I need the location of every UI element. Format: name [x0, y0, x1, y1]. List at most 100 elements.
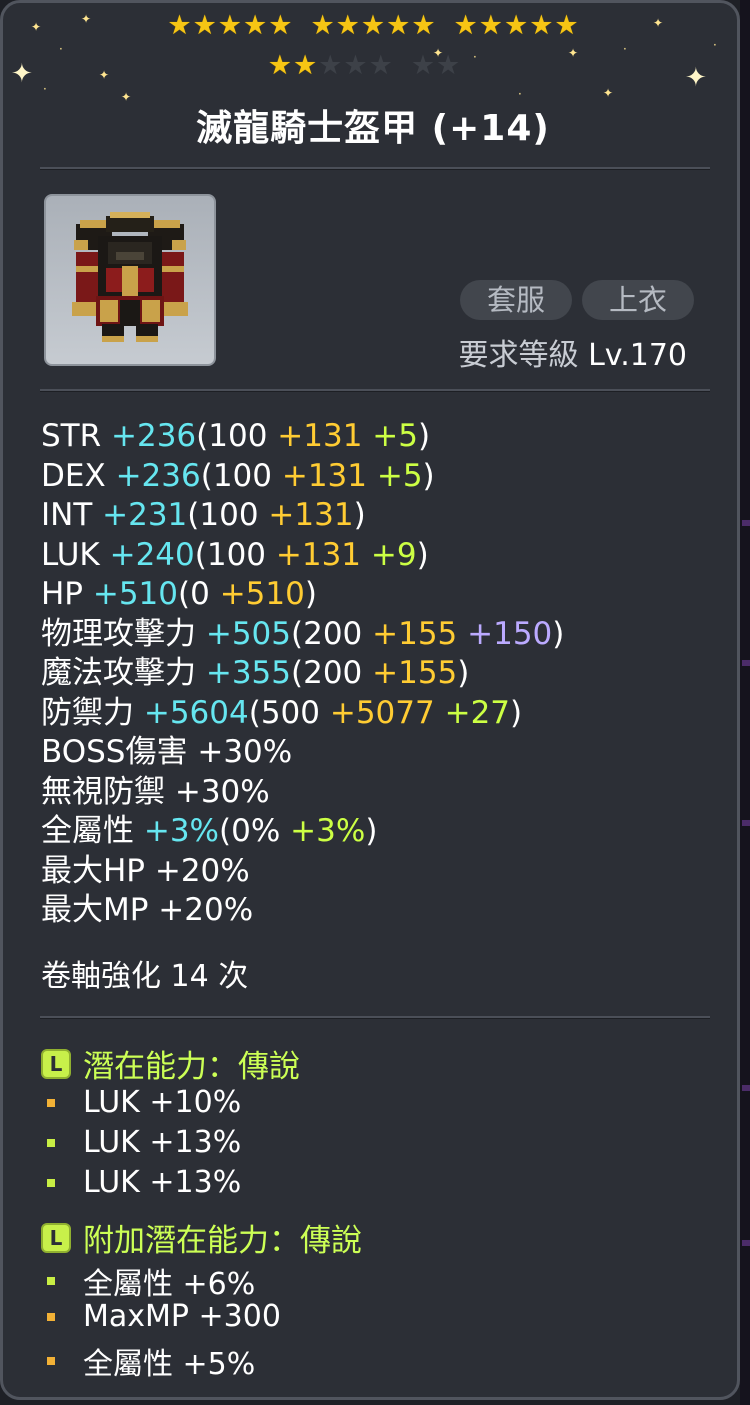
star-filled-icon: ★: [503, 10, 529, 41]
stat-value: +30%: [197, 734, 293, 770]
bullet-icon: [47, 1098, 55, 1107]
bullet-icon: [47, 1357, 55, 1365]
additional-potential-line: 全屬性 +5%: [47, 1339, 255, 1383]
stat-value: +236: [115, 457, 201, 494]
star-filled-icon: ★: [243, 10, 268, 41]
background-edge: [740, 0, 750, 1405]
stat-row: 魔法攻擊力 +355(200 +155): [41, 654, 564, 694]
stat-value: +5604: [143, 694, 249, 731]
star-filled-icon: ★: [267, 50, 292, 81]
star-filled-icon: ★: [554, 10, 579, 41]
additional-potential-text: MaxMP +300: [83, 1299, 281, 1334]
stat-name: 魔法攻擊力: [41, 655, 206, 691]
stat-value: (0: [178, 576, 220, 612]
stat-row: 防禦力 +5604(500 +5077 +27): [41, 694, 564, 734]
stat-name: HP: [41, 576, 93, 612]
stat-name: INT: [41, 497, 103, 533]
stat-value: +9: [370, 536, 417, 573]
stat-name: 防禦力: [41, 694, 144, 731]
stat-value: +20%: [154, 852, 250, 889]
stat-value: (200: [291, 615, 373, 652]
potential-text: LUK +13%: [83, 1125, 242, 1160]
stat-name: 無視防禦: [41, 773, 175, 810]
star-filled-icon: ★: [335, 10, 360, 41]
stat-name: LUK: [41, 536, 110, 573]
additional-potential-line: MaxMP +300: [47, 1299, 281, 1334]
star-empty-icon: ★: [368, 50, 393, 81]
additional-potential-header: L 附加潛在能力：傳說: [41, 1215, 362, 1260]
star-empty-icon: ★: [436, 50, 461, 81]
stat-value: ): [365, 813, 378, 849]
required-level-label: 要求等級: [458, 338, 579, 373]
potential-title: 潛在能力：傳說: [83, 1049, 300, 1085]
bullet-icon: [47, 1277, 55, 1285]
stat-row: INT +231(100 +131): [41, 496, 564, 536]
stat-row: 全屬性 +3%(0% +3%): [41, 812, 564, 852]
stat-value: (0%: [219, 813, 291, 849]
bullet-icon: [47, 1178, 55, 1187]
stat-list: STR +236(100 +131 +5) DEX +236(100 +131 +…: [41, 417, 564, 931]
stat-value: +155: [372, 655, 458, 691]
star-filled-icon: ★: [292, 50, 318, 81]
stat-row: DEX +236(100 +131 +5): [41, 457, 564, 497]
stat-value: +5: [376, 457, 423, 494]
star-filled-icon: ★: [478, 10, 503, 41]
stat-value: +150: [467, 615, 553, 652]
stat-value: (100: [200, 457, 282, 494]
star-filled-icon: ★: [386, 10, 411, 41]
potential-line: LUK +10%: [47, 1085, 241, 1120]
additional-potential-text: 全屬性 +6%: [83, 1267, 256, 1302]
potential-header: L 潛在能力：傳說: [41, 1041, 300, 1086]
stat-value: (200: [291, 655, 373, 691]
star-filled-icon: ★: [529, 10, 554, 41]
stat-value: +236: [111, 418, 197, 454]
star-empty-icon: ★: [343, 50, 368, 81]
potential-text: LUK +10%: [83, 1085, 242, 1120]
stat-value: +155: [372, 615, 468, 652]
stat-row: HP +510(0 +510): [41, 575, 564, 615]
star-force-row-1: ★ ★ ★ ★ ★ ★ ★ ★ ★ ★ ★ ★ ★ ★ ★: [3, 10, 737, 41]
stat-value: +505: [205, 615, 292, 652]
stat-value: ): [416, 536, 429, 573]
star-filled-icon: ★: [192, 10, 217, 41]
star-filled-icon: ★: [453, 10, 478, 41]
stat-name: 物理攻擊力: [41, 615, 206, 652]
stat-value: ): [552, 615, 565, 652]
stat-value: (500: [248, 694, 330, 731]
stat-value: ): [457, 655, 470, 691]
stat-name: 全屬性: [41, 813, 144, 849]
divider: [40, 1016, 710, 1019]
scroll-upgrade-count: 卷軸強化 14 次: [41, 959, 249, 994]
divider: [40, 167, 710, 170]
stat-value: +131: [281, 457, 377, 494]
stat-value: +510: [92, 576, 179, 612]
required-level: 要求等級 Lv.170: [459, 330, 687, 374]
stat-value: ): [418, 418, 431, 454]
star-empty-icon: ★: [318, 50, 343, 81]
slot-tag: 上衣: [582, 280, 694, 320]
legendary-grade-icon: L: [41, 1222, 71, 1253]
stat-row: 物理攻擊力 +505(200 +155 +150): [41, 615, 564, 655]
bullet-icon: [47, 1138, 55, 1147]
stat-value: +510: [219, 576, 305, 612]
stat-value: +3%: [290, 813, 366, 849]
stat-value: +131: [275, 536, 371, 573]
item-icon-frame: [44, 194, 216, 366]
stat-value: +131: [268, 497, 354, 533]
additional-potential-line: 全屬性 +6%: [47, 1259, 255, 1303]
stat-value: ): [422, 457, 435, 494]
stat-value: +131: [277, 418, 373, 454]
stat-value: ): [304, 576, 317, 612]
star-filled-icon: ★: [217, 10, 243, 41]
bullet-icon: [47, 1312, 55, 1321]
item-tooltip: ✦ ✦ ✦ ✦ · ✦ ✦ · ✦ · ✦ · ✦ · · ✦ ★ ★ ★ ★ ★ ★ ★ ★…: [0, 0, 740, 1400]
star-filled-icon: ★: [167, 10, 192, 41]
dragon-knight-armor-icon: [72, 212, 188, 342]
stat-row: 最大MP +20%: [41, 891, 564, 931]
stat-value: ): [353, 497, 366, 533]
stat-row: STR +236(100 +131 +5): [41, 417, 564, 457]
stat-value: ): [510, 694, 523, 731]
stat-name: DEX: [41, 457, 116, 494]
set-tag: 套服: [460, 280, 572, 320]
stat-row: LUK +240(100 +131 +9): [41, 536, 564, 576]
